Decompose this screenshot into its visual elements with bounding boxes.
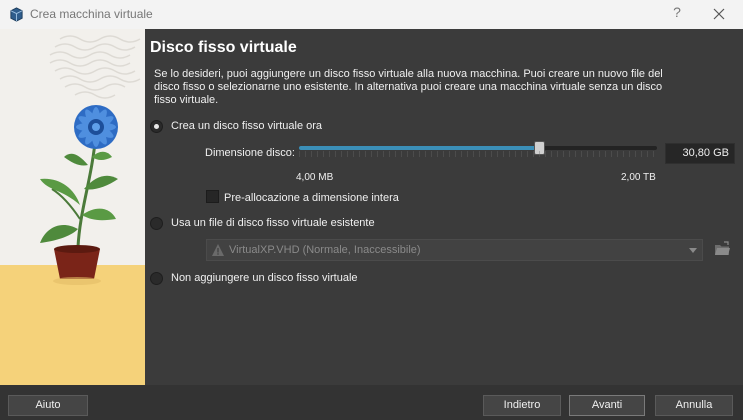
virtualbox-icon	[10, 7, 23, 22]
warning-icon	[212, 244, 224, 256]
disk-size-input[interactable]: 30,80 GB	[665, 143, 735, 164]
existing-disk-select[interactable]: VirtualXP.VHD (Normale, Inaccessibile)	[206, 239, 703, 261]
window-title: Crea macchina virtuale	[30, 7, 153, 21]
back-button[interactable]: Indietro	[483, 395, 561, 416]
page-title: Disco fisso virtuale	[150, 39, 297, 56]
cancel-button[interactable]: Annulla	[655, 395, 733, 416]
flower-pot-illustration	[0, 29, 145, 385]
disk-size-label: Dimensione disco:	[205, 147, 295, 159]
radio-create-new-disk[interactable]	[150, 120, 163, 133]
close-icon[interactable]	[708, 3, 730, 25]
preallocate-checkbox[interactable]	[206, 190, 219, 203]
help-button[interactable]: Aiuto	[8, 395, 88, 416]
create-new-disk-label[interactable]: Crea un disco fisso virtuale ora	[171, 120, 322, 132]
no-disk-label[interactable]: Non aggiungere un disco fisso virtuale	[171, 272, 358, 284]
disk-size-slider-fill	[299, 146, 539, 150]
title-bar: Crea macchina virtuale ?	[0, 0, 743, 29]
existing-disk-value: VirtualXP.VHD (Normale, Inaccessibile)	[229, 244, 421, 256]
help-title-button[interactable]: ?	[668, 4, 686, 24]
disk-size-slider[interactable]	[299, 141, 657, 155]
chevron-down-icon	[689, 248, 697, 253]
wizard-illustration	[0, 29, 145, 385]
folder-open-icon[interactable]	[714, 240, 731, 258]
preallocate-label[interactable]: Pre-allocazione a dimensione intera	[224, 192, 399, 204]
use-existing-disk-label[interactable]: Usa un file di disco fisso virtuale esis…	[171, 217, 375, 229]
radio-no-disk[interactable]	[150, 272, 163, 285]
radio-use-existing-disk[interactable]	[150, 217, 163, 230]
page-description: Se lo desideri, puoi aggiungere un disco…	[154, 68, 663, 106]
next-button[interactable]: Avanti	[569, 395, 645, 416]
disk-size-max-label: 2,00 TB	[621, 172, 656, 183]
slider-ticks	[299, 151, 657, 157]
wizard-page: Disco fisso virtuale Se lo desideri, puo…	[145, 29, 743, 385]
disk-size-min-label: 4,00 MB	[296, 172, 334, 183]
